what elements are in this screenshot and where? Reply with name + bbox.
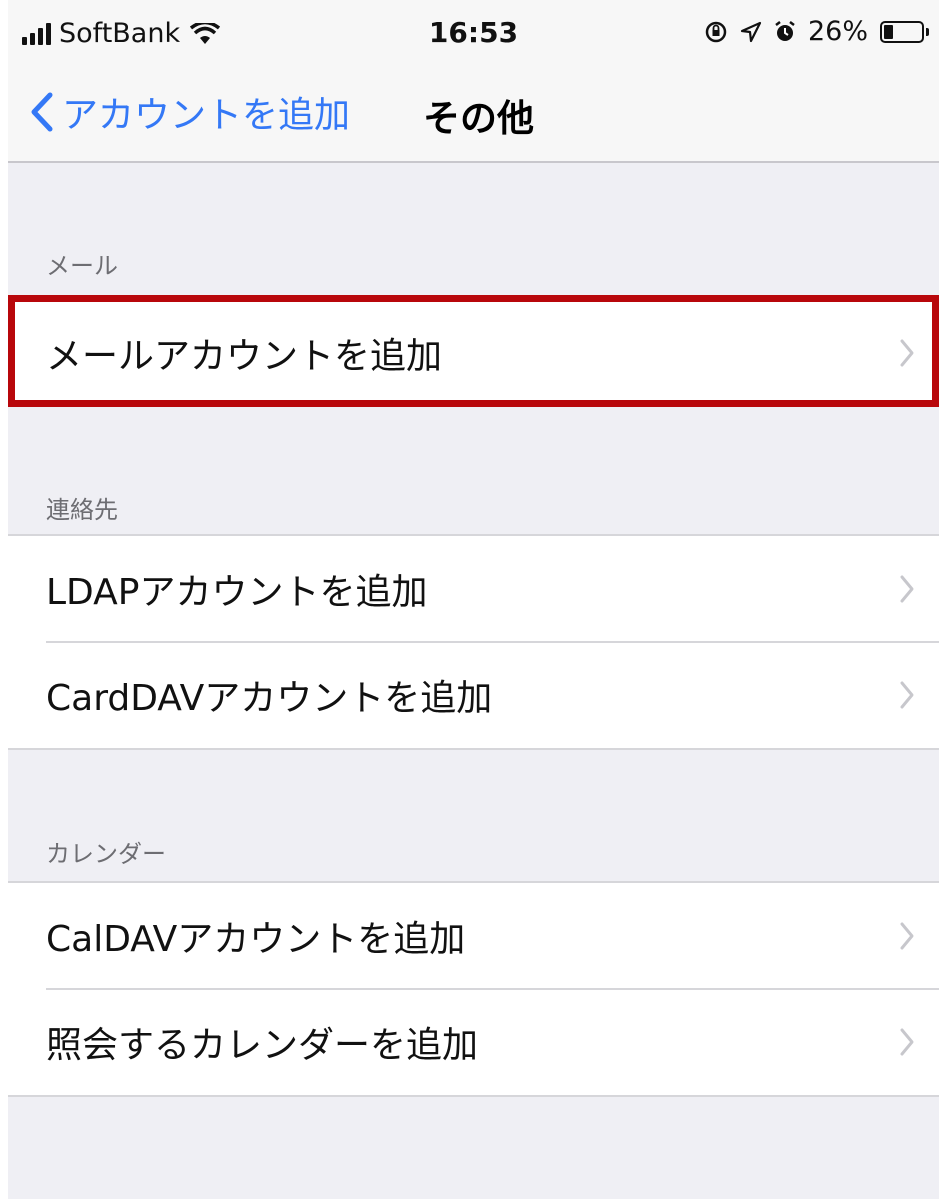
list-item-label: CalDAVアカウントを追加: [46, 919, 466, 960]
back-button-label: アカウントを追加: [62, 95, 351, 136]
section-header-mail: メール: [46, 252, 118, 280]
chevron-right-icon: [900, 339, 914, 367]
chevron-right-icon: [900, 681, 914, 709]
section-header-calendar: カレンダー: [46, 840, 166, 868]
chevron-left-icon: [31, 92, 53, 132]
location-icon: [740, 21, 762, 42]
list-item-add-carddav-account[interactable]: CardDAVアカウントを追加: [8, 641, 939, 748]
contacts-group: LDAPアカウントを追加 CardDAVアカウントを追加: [8, 534, 939, 750]
page-title: その他: [423, 97, 534, 140]
list-item-label: CardDAVアカウントを追加: [46, 678, 493, 719]
list-item-label: LDAPアカウントを追加: [46, 572, 428, 613]
battery-percent: 26%: [807, 16, 868, 47]
orientation-lock-icon: [705, 21, 727, 42]
mail-group: メールアカウントを追加: [8, 300, 939, 406]
list-item-label: 照会するカレンダーを追加: [46, 1025, 479, 1066]
list-item-label: メールアカウントを追加: [46, 336, 443, 377]
navigation-bar: アカウントを追加 その他: [8, 68, 939, 163]
list-item-add-subscribed-calendar[interactable]: 照会するカレンダーを追加: [8, 988, 939, 1095]
battery-icon: [880, 20, 924, 43]
list-item-add-caldav-account[interactable]: CalDAVアカウントを追加: [8, 883, 939, 989]
calendar-group: CalDAVアカウントを追加 照会するカレンダーを追加: [8, 881, 939, 1097]
section-header-contacts: 連絡先: [46, 496, 118, 524]
list-item-add-mail-account[interactable]: メールアカウントを追加: [8, 302, 939, 404]
back-button[interactable]: アカウントを追加: [30, 86, 350, 138]
chevron-right-icon: [900, 922, 914, 950]
status-bar: SoftBank 16:53 26%: [8, 0, 939, 68]
chevron-right-icon: [900, 1028, 914, 1056]
settings-screen: SoftBank 16:53 26% アカウントを追加 その他 メール メールア…: [8, 0, 939, 1199]
chevron-right-icon: [900, 575, 914, 603]
list-item-add-ldap-account[interactable]: LDAPアカウントを追加: [8, 536, 939, 642]
alarm-icon: [775, 20, 795, 41]
